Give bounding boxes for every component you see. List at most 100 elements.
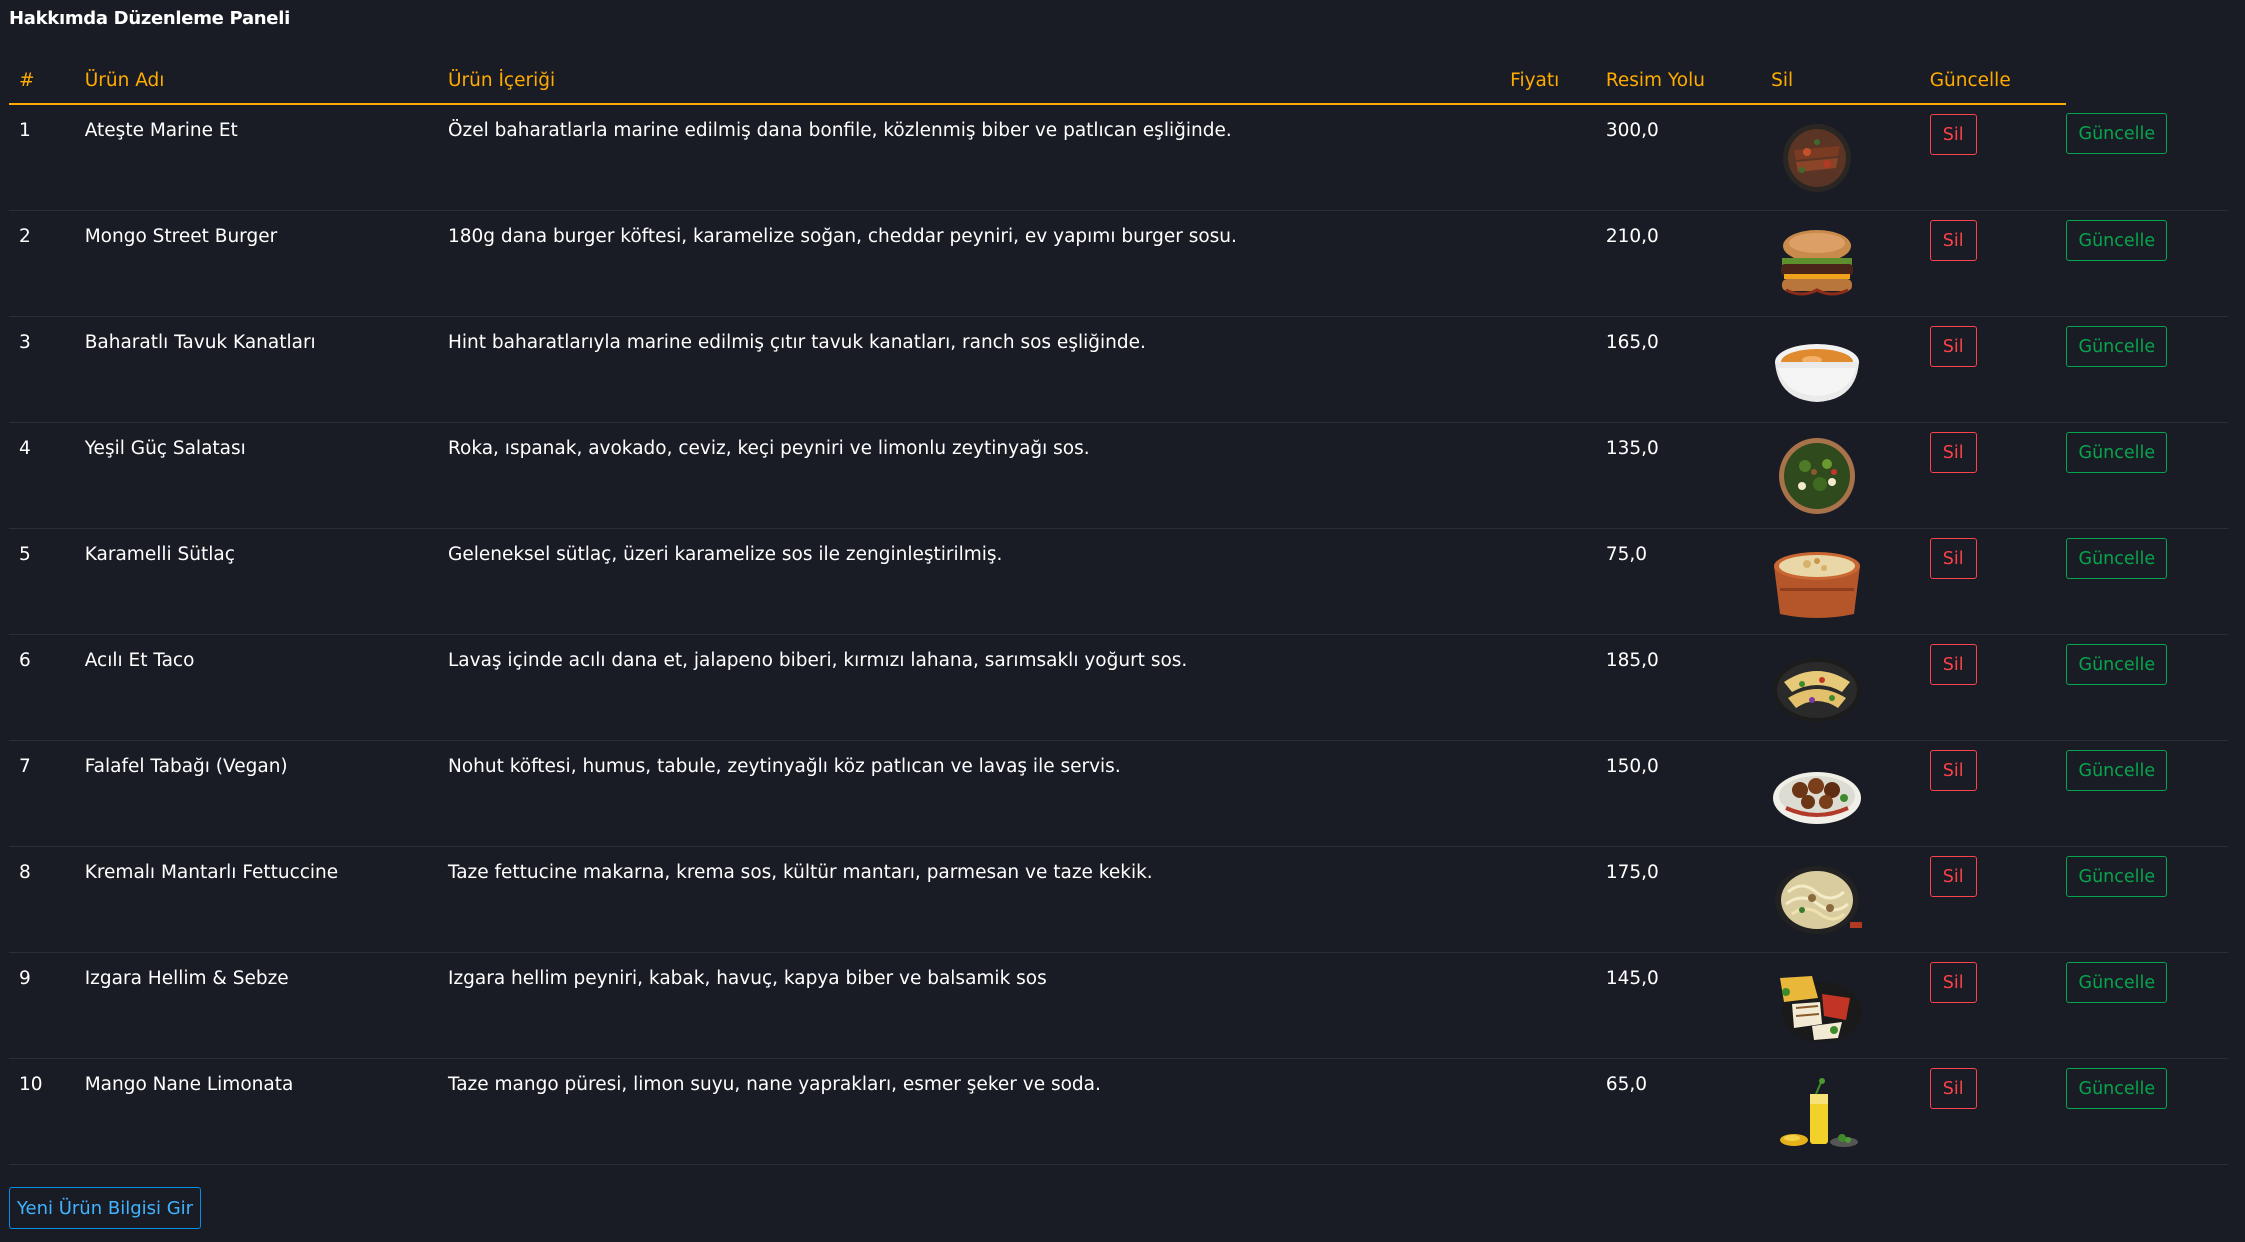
update-button[interactable]: Güncelle xyxy=(2066,538,2168,579)
product-image-path: 65,0 xyxy=(1605,1074,1648,1095)
product-price xyxy=(1510,105,1606,120)
product-name: Mango Nane Limonata xyxy=(84,1074,294,1095)
soup-bowl-image xyxy=(1772,332,1862,408)
table-row: 8 Kremalı Mantarlı Fettuccine Taze fettuci… xyxy=(9,846,2228,953)
delete-button[interactable]: Sil xyxy=(1929,750,1977,791)
burger-image xyxy=(1772,226,1862,302)
product-image-path: 175,0 xyxy=(1605,862,1659,883)
product-price xyxy=(1510,211,1606,226)
product-name: Falafel Tabağı (Vegan) xyxy=(84,756,288,777)
product-price xyxy=(1510,1059,1606,1074)
table-header-row: # Ürün Adı Ürün İçeriği Fiyatı Resim Yol… xyxy=(9,58,2228,105)
product-name: Kremalı Mantarlı Fettuccine xyxy=(84,862,339,883)
row-number: 10 xyxy=(19,1074,43,1095)
header-num: # xyxy=(9,58,85,105)
products-table: # Ürün Adı Ürün İçeriği Fiyatı Resim Yol… xyxy=(9,58,2228,1165)
product-description: Geleneksel sütlaç, üzeri karamelize sos … xyxy=(447,544,1003,565)
row-number: 4 xyxy=(19,438,31,459)
product-image-path: 210,0 xyxy=(1605,226,1659,247)
product-description: Roka, ıspanak, avokado, ceviz, keçi peyn… xyxy=(447,438,1090,459)
update-button[interactable]: Güncelle xyxy=(2066,962,2168,1003)
table-row: 9 Izgara Hellim & Sebze Izgara hellim peyn… xyxy=(9,952,2228,1059)
header-upd: Güncelle xyxy=(1929,58,2067,105)
table-row: 5 Karamelli Sütlaç Geleneksel sütlaç, üzer… xyxy=(9,528,2228,635)
product-price xyxy=(1510,317,1606,332)
row-number: 2 xyxy=(19,226,31,247)
header-name: Ürün Adı xyxy=(84,58,448,105)
table-row: 2 Mongo Street Burger 180g dana burger köf… xyxy=(9,210,2228,317)
lemonade-drink-image xyxy=(1772,1074,1862,1150)
update-button[interactable]: Güncelle xyxy=(2066,856,2168,897)
update-button[interactable]: Güncelle xyxy=(2066,220,2168,261)
product-image-path: 145,0 xyxy=(1605,968,1659,989)
header-price: Fiyatı xyxy=(1510,58,1606,105)
delete-button[interactable]: Sil xyxy=(1929,856,1977,897)
product-name: Mongo Street Burger xyxy=(84,226,278,247)
product-image-path: 185,0 xyxy=(1605,650,1659,671)
product-price xyxy=(1510,423,1606,438)
table-row: 7 Falafel Tabağı (Vegan) Nohut köftesi, hu… xyxy=(9,740,2228,847)
falafel-plate-image xyxy=(1772,756,1862,832)
product-name: Ateşte Marine Et xyxy=(84,120,238,141)
product-name: Baharatlı Tavuk Kanatları xyxy=(84,332,316,353)
product-description: Taze fettucine makarna, krema sos, kültü… xyxy=(447,862,1153,883)
update-button[interactable]: Güncelle xyxy=(2066,1068,2168,1109)
update-button[interactable]: Güncelle xyxy=(2066,113,2168,154)
page-title: Hakkımda Düzenleme Paneli xyxy=(9,8,290,29)
header-desc: Ürün İçeriği xyxy=(447,58,1511,105)
product-description: Özel baharatlarla marine edilmiş dana bo… xyxy=(447,120,1232,141)
product-image-path: 150,0 xyxy=(1605,756,1659,777)
product-price xyxy=(1510,953,1606,968)
product-image-path: 300,0 xyxy=(1605,120,1659,141)
delete-button[interactable]: Sil xyxy=(1929,1068,1977,1109)
new-product-button[interactable]: Yeni Ürün Bilgisi Gir xyxy=(9,1187,201,1229)
update-button[interactable]: Güncelle xyxy=(2066,750,2168,791)
product-description: Izgara hellim peyniri, kabak, havuç, kap… xyxy=(447,968,1047,989)
product-description: 180g dana burger köftesi, karamelize soğ… xyxy=(447,226,1237,247)
row-number: 5 xyxy=(19,544,31,565)
product-image-path: 135,0 xyxy=(1605,438,1659,459)
table-row: 6 Acılı Et Taco Lavaş içinde acılı dana et… xyxy=(9,634,2228,741)
delete-button[interactable]: Sil xyxy=(1929,962,1977,1003)
update-button[interactable]: Güncelle xyxy=(2066,432,2168,473)
update-button[interactable]: Güncelle xyxy=(2066,644,2168,685)
product-name: Izgara Hellim & Sebze xyxy=(84,968,289,989)
header-path: Resim Yolu xyxy=(1605,58,1772,105)
grilled-halloumi-image xyxy=(1772,968,1863,1044)
delete-button[interactable]: Sil xyxy=(1929,220,1977,261)
row-number: 7 xyxy=(19,756,31,777)
update-button[interactable]: Güncelle xyxy=(2066,326,2168,367)
delete-button[interactable]: Sil xyxy=(1929,644,1977,685)
row-number: 8 xyxy=(19,862,31,883)
row-number: 1 xyxy=(19,120,31,141)
grilled-meat-image xyxy=(1772,120,1862,196)
product-price xyxy=(1510,741,1606,756)
table-row: 10 Mango Nane Limonata Taze mango püresi, … xyxy=(9,1058,2228,1165)
product-price xyxy=(1510,847,1606,862)
table-row: 1 Ateşte Marine Et Özel baharatlarla marin… xyxy=(9,104,2228,211)
product-description: Taze mango püresi, limon suyu, nane yapr… xyxy=(447,1074,1101,1095)
salad-image xyxy=(1772,438,1862,514)
product-description: Hint baharatlarıyla marine edilmiş çıtır… xyxy=(447,332,1146,353)
table-row: 3 Baharatlı Tavuk Kanatları Hint baharatla… xyxy=(9,316,2228,423)
product-image-path: 75,0 xyxy=(1605,544,1648,565)
product-name: Yeşil Güç Salatası xyxy=(84,438,246,459)
delete-button[interactable]: Sil xyxy=(1929,326,1977,367)
product-name: Acılı Et Taco xyxy=(84,650,195,671)
product-image-path: 165,0 xyxy=(1605,332,1659,353)
row-number: 6 xyxy=(19,650,31,671)
product-price xyxy=(1510,635,1606,650)
header-del: Sil xyxy=(1771,58,1930,105)
table-row: 4 Yeşil Güç Salatası Roka, ıspanak, avokad… xyxy=(9,422,2228,529)
pasta-pan-image xyxy=(1772,862,1863,938)
product-description: Nohut köftesi, humus, tabule, zeytinyağl… xyxy=(447,756,1121,777)
delete-button[interactable]: Sil xyxy=(1929,432,1977,473)
rice-pudding-image xyxy=(1772,544,1862,620)
product-description: Lavaş içinde acılı dana et, jalapeno bib… xyxy=(447,650,1188,671)
row-number: 9 xyxy=(19,968,31,989)
delete-button[interactable]: Sil xyxy=(1929,114,1977,155)
product-name: Karamelli Sütlaç xyxy=(84,544,235,565)
product-price xyxy=(1510,529,1606,544)
row-number: 3 xyxy=(19,332,31,353)
delete-button[interactable]: Sil xyxy=(1929,538,1977,579)
